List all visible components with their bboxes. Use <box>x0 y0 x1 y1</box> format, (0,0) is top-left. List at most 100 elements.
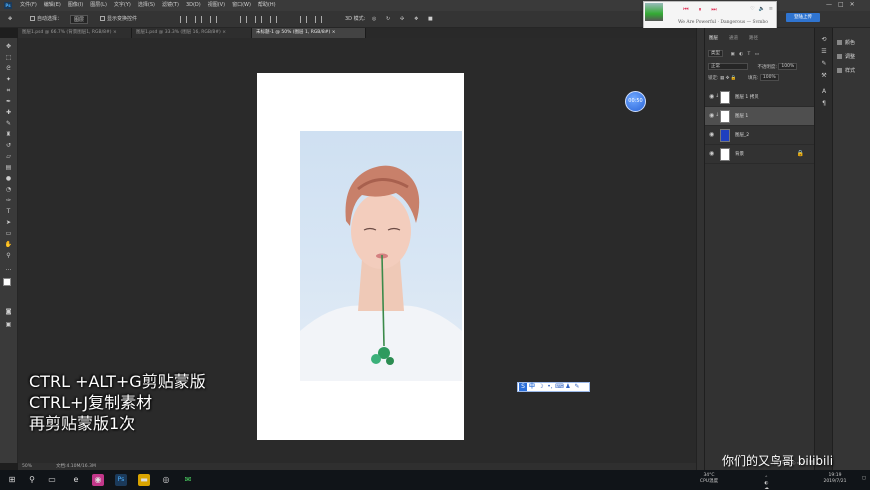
paragraph-icon[interactable]: ¶ <box>820 100 828 108</box>
tab-doc-2[interactable]: 图层1.psd @ 33.3% (图层 16, RGB/8#) × <box>132 28 252 38</box>
menu-filter[interactable]: 滤镜(T) <box>162 0 179 11</box>
distribute-middle-icon[interactable] <box>255 16 262 23</box>
fill-field[interactable]: 100% <box>759 74 779 81</box>
eraser-icon[interactable]: ▱ <box>4 153 13 160</box>
tray-icons[interactable]: ⌃ ◐ ☁ 🔊 中 <box>764 476 770 490</box>
tool-presets-icon[interactable]: ⚒ <box>820 72 828 80</box>
show-transform-checkbox[interactable]: 显示变换控件 <box>100 15 137 24</box>
visibility-eye-icon[interactable]: ◉ <box>709 94 714 100</box>
layer-name[interactable]: 图层 1 拷贝 <box>735 94 759 100</box>
distribute-v-icon[interactable] <box>315 16 322 23</box>
character-icon[interactable]: A <box>820 88 828 96</box>
lock-position-icon[interactable]: ✥ <box>726 76 730 81</box>
3d-orbit-icon[interactable]: ◎ <box>372 15 376 24</box>
tab-paths[interactable]: 路径 <box>749 35 758 43</box>
align-right-icon[interactable] <box>210 16 217 23</box>
visibility-eye-icon[interactable]: ◉ <box>709 113 714 119</box>
recorder-icon[interactable]: ◎ <box>160 474 172 486</box>
eyedropper-icon[interactable]: ✒ <box>4 98 13 105</box>
ime-tools-icon[interactable]: ✎ <box>573 383 581 391</box>
layer-name[interactable]: 图层_2 <box>735 132 749 138</box>
layer-name[interactable]: 图层 1 <box>735 113 748 119</box>
tab-doc-1[interactable]: 图层1.psd @ 66.7% (背景图层1, RGB/8#) × <box>18 28 132 38</box>
filter-pixel-icon[interactable]: ▣ <box>730 52 734 57</box>
next-track-button[interactable]: ⏭ <box>710 6 718 14</box>
align-left-icon[interactable] <box>180 16 187 23</box>
type-tool-icon[interactable]: T <box>4 208 13 215</box>
screen-mode-icon[interactable]: ▣ <box>4 321 13 328</box>
color-swatches[interactable] <box>3 278 15 290</box>
file-explorer-icon[interactable]: ▬ <box>138 474 150 486</box>
distribute-h-icon[interactable] <box>300 16 307 23</box>
search-icon[interactable]: ⚲ <box>26 474 38 486</box>
layer-row-background[interactable]: ◉ 背景 🔒 <box>705 145 815 164</box>
blur-tool-icon[interactable]: ● <box>4 175 13 182</box>
chrome-icon[interactable]: ◉ <box>92 474 104 486</box>
menu-image[interactable]: 图像(I) <box>68 0 83 11</box>
heart-icon[interactable]: ♡ <box>750 6 754 12</box>
blend-mode-dropdown[interactable]: 正常 <box>708 63 748 70</box>
3d-roll-icon[interactable]: ↻ <box>386 15 390 24</box>
canvas-area[interactable]: 00:50 S 中 ☽ •, ⌨ ♟ ✎ CTRL +ALT+G剪贴蒙版 CTR… <box>18 38 696 463</box>
auto-select-dropdown[interactable]: 图层 <box>70 15 89 24</box>
notification-icon[interactable]: ▢ <box>862 476 866 481</box>
history-icon[interactable]: ⟲ <box>820 36 828 44</box>
align-center-icon[interactable] <box>195 16 202 23</box>
wechat-icon[interactable]: ✉ <box>182 474 194 486</box>
lock-all-icon[interactable]: 🔒 <box>731 76 737 81</box>
quick-mask-icon[interactable]: ◙ <box>4 308 13 315</box>
menu-window[interactable]: 窗口(W) <box>232 0 251 11</box>
placed-photo[interactable] <box>300 131 462 381</box>
marquee-tool-icon[interactable]: ⬚ <box>4 54 13 61</box>
magic-wand-icon[interactable]: ✦ <box>4 76 13 83</box>
move-tool-icon[interactable]: ✥ <box>4 43 13 50</box>
minimize-icon[interactable]: — <box>826 1 832 8</box>
pause-button[interactable]: ⏸ <box>696 6 704 14</box>
menu-view[interactable]: 视图(V) <box>208 0 225 11</box>
tab-doc-3[interactable]: 未标题-1 @ 50% (图层 1, RGB/8#) × <box>252 28 366 38</box>
photoshop-taskbar-icon[interactable]: Ps <box>115 474 127 486</box>
windows-start-icon[interactable]: ⊞ <box>6 474 18 486</box>
ime-chinese-mode[interactable]: 中 <box>528 383 536 391</box>
ime-logo-icon[interactable]: S <box>519 383 527 391</box>
pen-tool-icon[interactable]: ✑ <box>4 197 13 204</box>
healing-brush-icon[interactable]: ✚ <box>4 109 13 116</box>
filter-shape-icon[interactable]: ▭ <box>755 52 759 57</box>
ime-skin-icon[interactable]: ♟ <box>564 383 572 391</box>
edge-browser-icon[interactable]: e <box>70 474 82 486</box>
visibility-eye-icon[interactable]: ◉ <box>709 151 714 157</box>
more-tools-icon[interactable]: … <box>4 265 13 272</box>
cpu-temp-widget[interactable]: 34°C CPU温度 <box>698 473 720 485</box>
layer-name[interactable]: 背景 <box>735 151 744 157</box>
menu-file[interactable]: 文件(F) <box>20 0 37 11</box>
layer-row[interactable]: ◉ ↓ 图层 1 拷贝 <box>705 88 815 107</box>
gradient-tool-icon[interactable]: ▤ <box>4 164 13 171</box>
menu-select[interactable]: 选择(S) <box>138 0 155 11</box>
menu-layer[interactable]: 图层(L) <box>90 0 107 11</box>
layer-row-selected[interactable]: ◉ ↓ 图层 1 <box>705 107 815 126</box>
zoom-level[interactable]: 50% <box>22 463 32 470</box>
clone-stamp-icon[interactable]: ♜ <box>4 131 13 138</box>
adjust-panel-button[interactable]: 调整 <box>837 52 855 62</box>
ime-moon-icon[interactable]: ☽ <box>537 383 545 391</box>
foreground-color[interactable] <box>3 278 11 286</box>
3d-slide-icon[interactable]: ❖ <box>414 15 418 24</box>
hand-tool-icon[interactable]: ✋ <box>4 241 13 248</box>
tab-channels[interactable]: 通道 <box>729 35 738 43</box>
menu-3d[interactable]: 3D(D) <box>186 0 201 11</box>
menu-edit[interactable]: 编辑(E) <box>44 0 61 11</box>
distribute-bottom-icon[interactable] <box>270 16 277 23</box>
layer-row[interactable]: ◉ 图层_2 <box>705 126 815 145</box>
lasso-tool-icon[interactable]: ᘓ <box>4 65 13 72</box>
previous-track-button[interactable]: ⏮ <box>682 6 690 14</box>
maximize-icon[interactable]: □ <box>838 1 844 8</box>
document-info[interactable]: 文档:4.10M/16.3M <box>56 463 96 470</box>
properties-icon[interactable]: ☰ <box>820 48 828 56</box>
tab-layers[interactable]: 图层 <box>709 35 718 43</box>
style-panel-button[interactable]: 样式 <box>837 66 855 76</box>
volume-icon[interactable]: 🔈 <box>759 6 765 12</box>
close-icon[interactable]: ✕ <box>850 1 855 8</box>
menu-icon[interactable]: ≡ <box>769 6 773 12</box>
dodge-tool-icon[interactable]: ◔ <box>4 186 13 193</box>
layer-filter-dropdown[interactable]: 类型 <box>708 50 723 57</box>
